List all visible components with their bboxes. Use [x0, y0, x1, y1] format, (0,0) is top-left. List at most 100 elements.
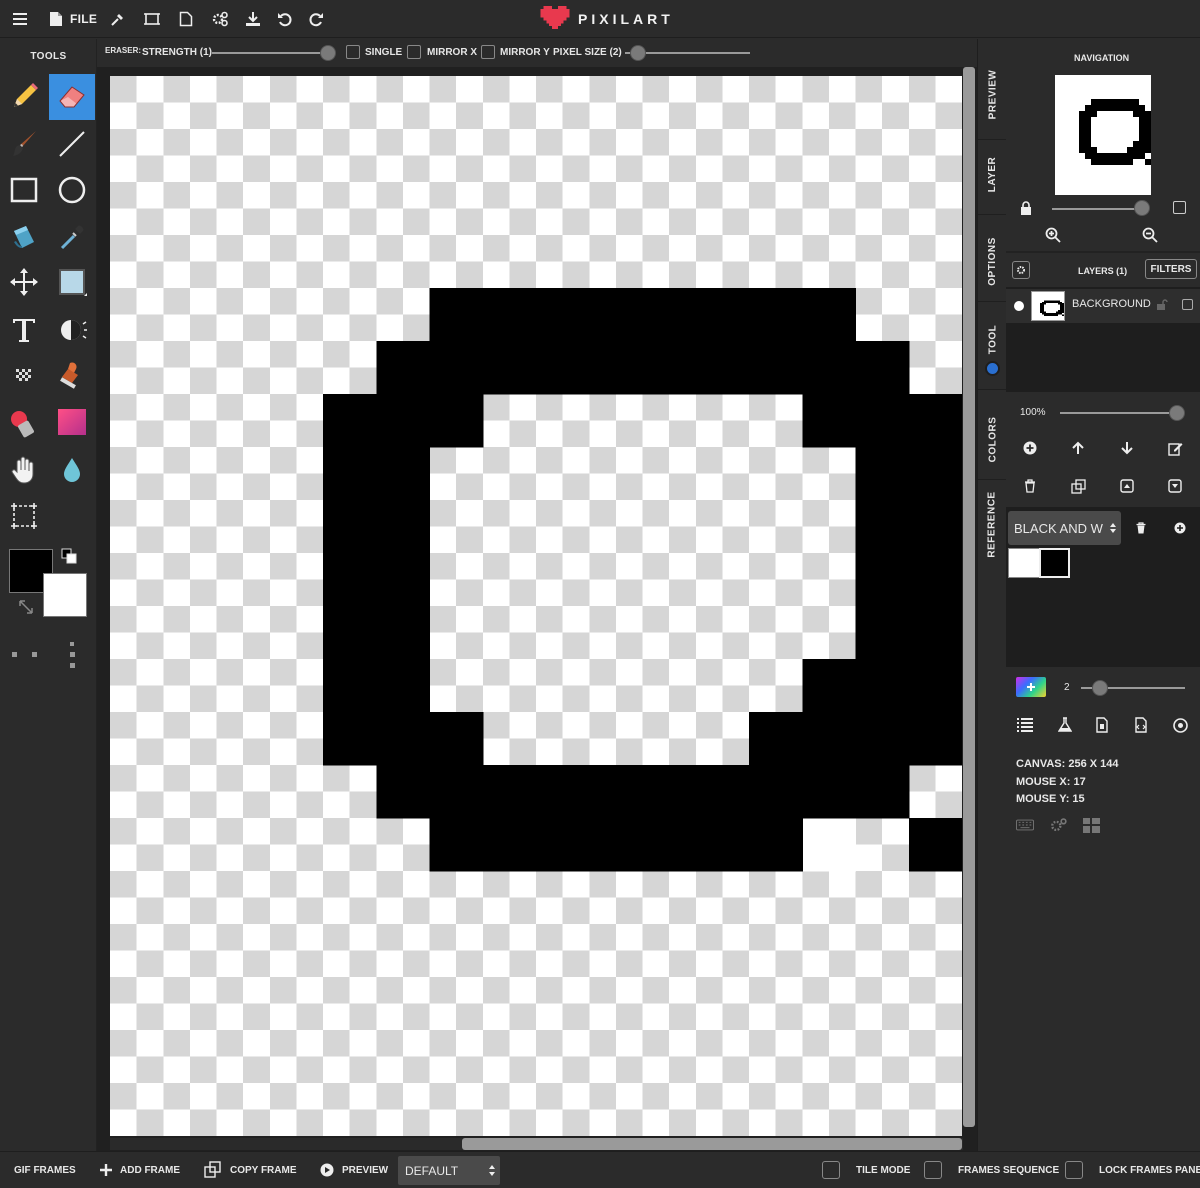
new-page-icon[interactable]	[176, 9, 196, 29]
brush-tool[interactable]	[1, 121, 47, 167]
color-picker-tool[interactable]	[49, 214, 95, 260]
rename-layer-icon[interactable]	[1166, 439, 1184, 457]
canvas-workspace[interactable]	[97, 67, 977, 1151]
zoom-out-icon[interactable]	[1141, 226, 1159, 244]
eraser-tool[interactable]	[49, 74, 95, 120]
canvas-pixel	[908, 447, 962, 501]
layer-unlock-icon[interactable]	[1156, 299, 1168, 311]
zoom-slider[interactable]	[1052, 208, 1144, 210]
file-menu-button[interactable]: FILE	[70, 12, 97, 26]
move-layer-up-icon[interactable]	[1069, 439, 1087, 457]
tab-tool[interactable]: TOOL	[978, 309, 1007, 369]
default-colors-icon[interactable]	[61, 548, 77, 564]
tab-colors[interactable]: COLORS	[978, 399, 1007, 479]
mirror-y-checkbox[interactable]	[481, 45, 495, 59]
grid-view-icon[interactable]	[1082, 816, 1100, 834]
strength-slider-knob[interactable]	[320, 45, 336, 61]
mirror-x-checkbox[interactable]	[407, 45, 421, 59]
layer-visibility-dot[interactable]	[1014, 301, 1024, 311]
layer-row[interactable]: BACKGROUND	[1006, 289, 1200, 323]
undo-icon[interactable]	[275, 9, 295, 29]
palette-swatch-black[interactable]	[1039, 548, 1070, 578]
add-palette-icon[interactable]	[1171, 519, 1189, 537]
fit-checkbox[interactable]	[1173, 201, 1186, 214]
eyedropper-icon[interactable]	[108, 9, 128, 29]
tile-mode-checkbox[interactable]	[822, 1161, 840, 1179]
ellipse-tool[interactable]	[49, 167, 95, 213]
delete-palette-icon[interactable]	[1132, 519, 1150, 537]
canvas-pixel	[749, 288, 803, 342]
select-tool[interactable]	[1, 493, 47, 539]
layer-opacity-knob[interactable]	[1169, 405, 1185, 421]
move-tool[interactable]	[1, 259, 47, 305]
layer-select-checkbox[interactable]	[1182, 299, 1193, 310]
shade-tool[interactable]	[49, 259, 95, 305]
move-layer-down-icon[interactable]	[1118, 439, 1136, 457]
brush-icon	[13, 131, 36, 156]
palette-select[interactable]: BLACK AND W	[1008, 511, 1121, 545]
lock-icon[interactable]	[1020, 201, 1032, 215]
filters-button[interactable]: FILTERS	[1145, 259, 1197, 279]
tab-reference[interactable]: REFERENCE	[978, 479, 1007, 569]
document-icon[interactable]	[1093, 716, 1111, 734]
frames-sequence-checkbox[interactable]	[924, 1161, 942, 1179]
layer-settings-button[interactable]	[1012, 261, 1030, 279]
canvas-pixel	[429, 712, 484, 766]
horizontal-scrollbar[interactable]	[462, 1138, 962, 1150]
lighten-tool[interactable]	[49, 307, 95, 353]
add-frame-button[interactable]: ADD FRAME	[98, 1160, 180, 1182]
flask-icon[interactable]	[1056, 716, 1074, 734]
copy-frame-button[interactable]: COPY FRAME	[204, 1160, 297, 1182]
merge-up-icon[interactable]	[1118, 477, 1136, 495]
layer-opacity-slider[interactable]	[1060, 412, 1182, 414]
single-checkbox[interactable]	[346, 45, 360, 59]
blur-tool[interactable]	[49, 447, 95, 493]
preview-button[interactable]: PREVIEW	[318, 1160, 388, 1182]
zoom-slider-knob[interactable]	[1134, 200, 1150, 216]
menu-icon[interactable]	[10, 9, 30, 29]
pencil-tool[interactable]	[1, 74, 47, 120]
palette-swatch-white[interactable]	[1008, 548, 1040, 578]
record-icon[interactable]	[1171, 716, 1189, 734]
navigation-preview[interactable]	[1054, 75, 1152, 195]
download-icon[interactable]	[243, 9, 263, 29]
stamp-tool[interactable]	[49, 352, 95, 398]
gears-icon[interactable]	[1050, 816, 1068, 834]
list-icon[interactable]	[1016, 716, 1034, 734]
canvas-pixel	[376, 394, 430, 448]
file-icon[interactable]	[46, 9, 66, 29]
hand-tool[interactable]	[1, 447, 47, 493]
line-tool[interactable]	[49, 121, 95, 167]
tab-preview[interactable]: PREVIEW	[978, 49, 1007, 139]
merge-down-icon[interactable]	[1166, 477, 1184, 495]
settings-icon[interactable]	[210, 9, 230, 29]
canvas-pixel	[376, 341, 430, 395]
lock-frames-panel-checkbox[interactable]	[1065, 1161, 1083, 1179]
tab-options[interactable]: OPTIONS	[978, 224, 1007, 299]
text-tool[interactable]	[1, 307, 47, 353]
keyboard-icon[interactable]	[1016, 816, 1034, 834]
swap-colors-icon[interactable]	[18, 599, 34, 615]
dither-tool[interactable]	[1, 352, 47, 398]
duplicate-layer-icon[interactable]	[1069, 477, 1087, 495]
frame-mode-select[interactable]: DEFAULT	[398, 1156, 500, 1185]
vertical-scrollbar[interactable]	[963, 67, 975, 1127]
secondary-color-swatch[interactable]	[43, 573, 87, 617]
color-wheel-icon[interactable]	[1016, 677, 1046, 697]
gradient-tool[interactable]	[49, 399, 95, 445]
spray-tool[interactable]	[1, 399, 47, 445]
resize-icon[interactable]	[142, 9, 162, 29]
gradient-icon	[58, 409, 86, 435]
code-file-icon[interactable]	[1132, 716, 1150, 734]
pixel-size-slider-knob[interactable]	[630, 45, 646, 61]
rectangle-tool[interactable]	[1, 167, 47, 213]
delete-layer-icon[interactable]	[1021, 477, 1039, 495]
fill-tool[interactable]	[1, 214, 47, 260]
zoom-in-icon[interactable]	[1044, 226, 1062, 244]
tab-layer[interactable]: LAYER	[978, 139, 1007, 209]
brush-size-knob[interactable]	[1092, 680, 1108, 696]
add-layer-icon[interactable]	[1021, 439, 1039, 457]
strength-slider[interactable]	[212, 52, 332, 54]
redo-icon[interactable]	[306, 9, 326, 29]
drawing-canvas[interactable]	[110, 76, 962, 1136]
